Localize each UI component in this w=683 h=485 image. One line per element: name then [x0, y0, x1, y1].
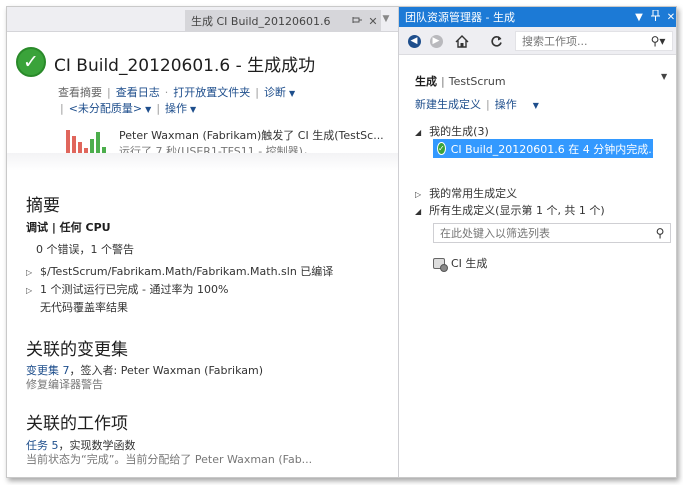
- build-definition-name: CI 生成: [451, 257, 488, 270]
- back-button[interactable]: ◀: [405, 33, 423, 49]
- build-trigger-text: Peter Waxman (Fabrikam)触发了 CI 生成(TestSc.…: [119, 129, 384, 142]
- view-summary-link[interactable]: 查看摘要: [58, 86, 102, 99]
- collapse-arrow-icon[interactable]: ◢: [415, 207, 421, 216]
- team-explorer-pane: 团队资源管理器 - 生成 ▼ ✕ ◀ ▶ ⚲▾ 生成|TestScrum ▼: [398, 7, 676, 477]
- workitem-state: 当前状态为“完成”。当前分配给了 Peter Waxman (Fab...: [26, 453, 313, 466]
- build-header: ✓ CI Build_20120601.6 - 生成成功 查看摘要 | 查看日志 · 打…: [7, 32, 398, 169]
- build-definition-item[interactable]: CI 生成: [433, 255, 488, 272]
- diagnose-link[interactable]: 诊断: [264, 86, 286, 99]
- build-quality-row: | <未分配质量> ▼ | 操作 ▼: [60, 102, 197, 115]
- home-button[interactable]: [453, 33, 471, 49]
- build-title: CI Build_20120601.6 - 生成成功: [54, 56, 316, 76]
- forward-button[interactable]: ▶: [427, 33, 445, 49]
- document-tab[interactable]: 生成 CI Build_20120601.6 ✕: [185, 10, 381, 32]
- my-build-item-selected[interactable]: ✓ CI Build_20120601.6 在 4 分钟内完成...: [433, 139, 653, 158]
- pin-icon[interactable]: [349, 15, 365, 28]
- open-drop-folder-link[interactable]: 打开放置文件夹: [173, 86, 250, 99]
- build-quality-dropdown[interactable]: <未分配质量>: [69, 102, 142, 115]
- selected-build-text: CI Build_20120601.6 在 4 分钟内完成...: [450, 142, 653, 156]
- chevron-down-icon[interactable]: ▼: [190, 105, 196, 114]
- expand-arrow-icon[interactable]: ▷: [415, 190, 421, 199]
- home-icon: [455, 34, 469, 48]
- coverage-text: 无代码覆盖率结果: [40, 301, 128, 314]
- collapse-arrow-icon[interactable]: ◢: [415, 128, 421, 137]
- forward-arrow-icon: ▶: [429, 34, 443, 48]
- section-name: 生成: [415, 75, 437, 88]
- back-arrow-icon: ◀: [407, 34, 421, 48]
- document-tab-title: 生成 CI Build_20120601.6: [191, 15, 331, 28]
- pin-icon[interactable]: [647, 9, 663, 24]
- build-configuration: 调试 | 任何 CPU: [26, 221, 111, 234]
- team-explorer-titlebar: 团队资源管理器 - 生成 ▼ ✕: [399, 7, 676, 27]
- expand-arrow-icon[interactable]: ▷: [26, 286, 40, 295]
- view-log-link[interactable]: 查看日志: [116, 86, 160, 99]
- build-links-row: 查看摘要 | 查看日志 · 打开放置文件夹 | 诊断 ▼: [58, 86, 296, 99]
- my-builds-label: 我的生成(3): [429, 125, 489, 138]
- definition-filter-input[interactable]: [434, 226, 650, 240]
- chevron-down-icon[interactable]: ▼: [533, 101, 539, 110]
- team-explorer-toolbar: ◀ ▶ ⚲▾: [399, 27, 676, 55]
- workitems-heading: 关联的工作项: [26, 414, 128, 434]
- definition-filter-box[interactable]: ⚲: [433, 223, 671, 243]
- all-definitions-header[interactable]: ◢ 所有生成定义(显示第 1 个, 共 1 个): [415, 202, 605, 218]
- expand-arrow-icon[interactable]: ▷: [26, 268, 40, 277]
- tests-row[interactable]: ▷ 1 个测试运行已完成 - 通过率为 100%: [26, 281, 228, 297]
- chevron-down-icon[interactable]: ▼: [631, 12, 647, 23]
- success-check-icon: ✓: [437, 142, 446, 155]
- favorite-definitions-label: 我的常用生成定义: [429, 187, 518, 200]
- chevron-down-icon[interactable]: ▼: [661, 72, 667, 81]
- document-tab-bar: 生成 CI Build_20120601.6 ✕ ▼: [7, 7, 398, 32]
- close-icon[interactable]: ✕: [663, 12, 676, 23]
- test-results-text: 1 个测试运行已完成 - 通过率为 100%: [40, 283, 229, 296]
- header-divider: [7, 153, 398, 171]
- build-definition-icon: [433, 258, 448, 272]
- search-icon[interactable]: ⚲: [650, 226, 670, 240]
- my-builds-header[interactable]: ◢ 我的生成(3): [415, 123, 489, 139]
- all-definitions-label: 所有生成定义(显示第 1 个, 共 1 个): [429, 204, 605, 217]
- search-icon[interactable]: ⚲▾: [644, 34, 672, 48]
- build-details-pane: 生成 CI Build_20120601.6 ✕ ▼ ✓ CI Build_20…: [7, 7, 398, 477]
- chevron-down-icon[interactable]: ▼: [379, 14, 393, 24]
- favorite-definitions-header[interactable]: ▷ 我的常用生成定义: [415, 185, 517, 201]
- team-actions-menu[interactable]: 操作: [495, 98, 517, 111]
- success-check-icon: ✓: [16, 47, 46, 77]
- workitem-search-box[interactable]: ⚲▾: [515, 31, 673, 51]
- section-title: 生成 | TestScrum: [415, 75, 506, 88]
- chevron-down-icon[interactable]: ▼: [145, 105, 151, 114]
- changeset-comment: 修复编译器警告: [26, 378, 103, 391]
- summary-heading: 摘要: [26, 196, 60, 216]
- errors-warnings-text: 0 个错误，1 个警告: [36, 243, 134, 256]
- compiled-solution-text: $/TestScrum/Fabrikam.Math/Fabrikam.Math.…: [40, 265, 334, 278]
- refresh-icon: [490, 35, 502, 47]
- actions-menu[interactable]: 操作: [165, 102, 187, 115]
- project-name: TestScrum: [448, 75, 506, 88]
- window-frame: 生成 CI Build_20120601.6 ✕ ▼ ✓ CI Build_20…: [6, 6, 677, 478]
- new-build-definition-link[interactable]: 新建生成定义: [415, 98, 481, 111]
- refresh-button[interactable]: [487, 33, 505, 49]
- workitem-search-input[interactable]: [516, 32, 644, 50]
- team-explorer-title: 团队资源管理器 - 生成: [405, 11, 515, 24]
- compiled-row[interactable]: ▷ $/TestScrum/Fabrikam.Math/Fabrikam.Math…: [26, 263, 333, 279]
- build-actions-row: 新建生成定义 | 操作 ▼: [415, 98, 539, 111]
- chevron-down-icon[interactable]: ▼: [289, 89, 295, 98]
- changesets-heading: 关联的变更集: [26, 340, 128, 360]
